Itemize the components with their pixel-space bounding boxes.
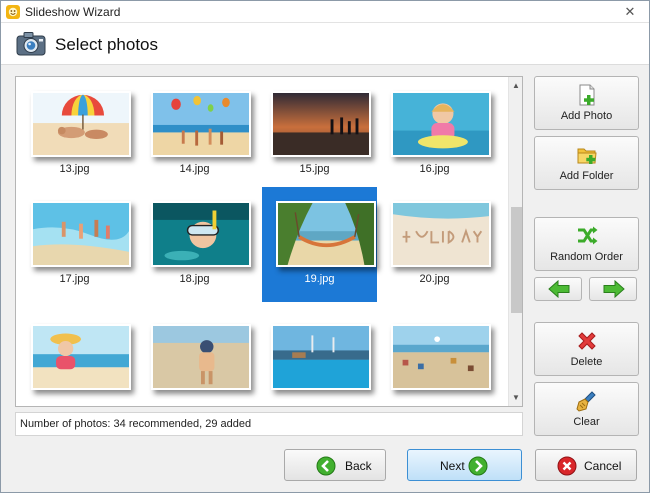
photo-count-status: Number of photos: 34 recommended, 29 add… — [20, 418, 252, 430]
photo-image — [151, 324, 251, 390]
back-button[interactable]: Back — [284, 449, 386, 481]
cancel-label: Cancel — [584, 459, 622, 473]
photo-caption: 18.jpg — [179, 273, 210, 285]
photo-thumb-23[interactable] — [257, 310, 372, 406]
photo-image — [151, 91, 251, 157]
broom-icon — [576, 391, 596, 412]
add-photo-label: Add Photo — [560, 110, 613, 122]
photo-caption: 13.jpg — [59, 163, 90, 175]
delete-button[interactable]: Delete — [534, 322, 639, 376]
photo-image — [391, 324, 491, 390]
photo-image — [271, 91, 371, 157]
delete-x-icon — [578, 332, 596, 350]
photo-gallery[interactable]: 13.jpg 14.jpg 15.jpg 16.jpg 17.jpg 18.jp… — [15, 76, 523, 407]
photo-thumb-13[interactable]: 13.jpg — [17, 77, 132, 192]
right-arrow-icon — [603, 280, 625, 298]
add-photo-button[interactable]: Add Photo — [534, 76, 639, 130]
left-arrow-icon — [548, 280, 570, 298]
random-order-label: Random Order — [550, 251, 623, 263]
next-label: Next — [440, 459, 465, 473]
status-bar: Number of photos: 34 recommended, 29 add… — [15, 412, 523, 436]
move-left-button[interactable] — [534, 277, 582, 301]
photo-caption: 19.jpg — [304, 273, 335, 285]
photo-thumb-16[interactable]: 16.jpg — [377, 77, 492, 192]
app-icon — [6, 5, 20, 19]
photo-image — [271, 324, 371, 390]
add-folder-icon — [577, 148, 597, 164]
add-folder-button[interactable]: Add Folder — [534, 136, 639, 190]
photo-caption: 15.jpg — [299, 163, 330, 175]
next-button[interactable]: Next — [407, 449, 522, 481]
photo-thumb-20[interactable]: 20.jpg — [377, 187, 492, 302]
close-button[interactable]: ✕ — [615, 2, 645, 21]
add-photo-icon — [579, 84, 595, 106]
cancel-icon — [557, 456, 577, 476]
photo-thumb-19[interactable]: 19.jpg — [262, 187, 377, 302]
clear-button[interactable]: Clear — [534, 382, 639, 436]
photo-image — [151, 201, 251, 267]
photo-image — [31, 201, 131, 267]
cancel-button[interactable]: Cancel — [535, 449, 637, 481]
random-order-button[interactable]: Random Order — [534, 217, 639, 271]
photo-image — [391, 91, 491, 157]
photo-thumb-22[interactable] — [137, 310, 252, 406]
page-title: Select photos — [55, 35, 159, 54]
photo-thumb-18[interactable]: 18.jpg — [137, 187, 252, 302]
photo-thumb-21[interactable] — [17, 310, 132, 406]
slideshow-wizard-window: Slideshow Wizard ✕ Select photos 13.jpg … — [0, 0, 650, 493]
photo-thumb-24[interactable] — [377, 310, 492, 406]
back-label: Back — [345, 459, 372, 473]
shuffle-icon — [578, 226, 598, 245]
scroll-up-arrow-icon[interactable]: ▲ — [512, 81, 520, 90]
title-bar: Slideshow Wizard ✕ — [1, 1, 649, 23]
photo-caption: 16.jpg — [419, 163, 450, 175]
photo-image — [31, 91, 131, 157]
photo-image — [31, 324, 131, 390]
clear-label: Clear — [573, 416, 600, 428]
photo-caption: 14.jpg — [179, 163, 210, 175]
photo-thumb-14[interactable]: 14.jpg — [137, 77, 252, 192]
scroll-down-arrow-icon[interactable]: ▼ — [512, 393, 520, 402]
photo-caption: 20.jpg — [419, 273, 450, 285]
delete-label: Delete — [570, 356, 603, 368]
photo-image — [391, 201, 491, 267]
add-folder-label: Add Folder — [559, 170, 614, 182]
photo-caption: 17.jpg — [59, 273, 90, 285]
camera-icon — [16, 32, 46, 56]
gallery-scrollbar[interactable]: ▲ ▼ — [508, 77, 522, 406]
photo-grid: 13.jpg 14.jpg 15.jpg 16.jpg 17.jpg 18.jp… — [16, 77, 508, 406]
window-title: Slideshow Wizard — [25, 5, 121, 19]
next-arrow-icon — [468, 456, 488, 476]
photo-thumb-17[interactable]: 17.jpg — [17, 187, 132, 302]
scroll-thumb[interactable] — [511, 207, 522, 313]
wizard-header: Select photos — [1, 23, 649, 65]
photo-thumb-15[interactable]: 15.jpg — [257, 77, 372, 192]
photo-image — [276, 201, 376, 267]
move-right-button[interactable] — [589, 277, 637, 301]
back-arrow-icon — [316, 456, 336, 476]
